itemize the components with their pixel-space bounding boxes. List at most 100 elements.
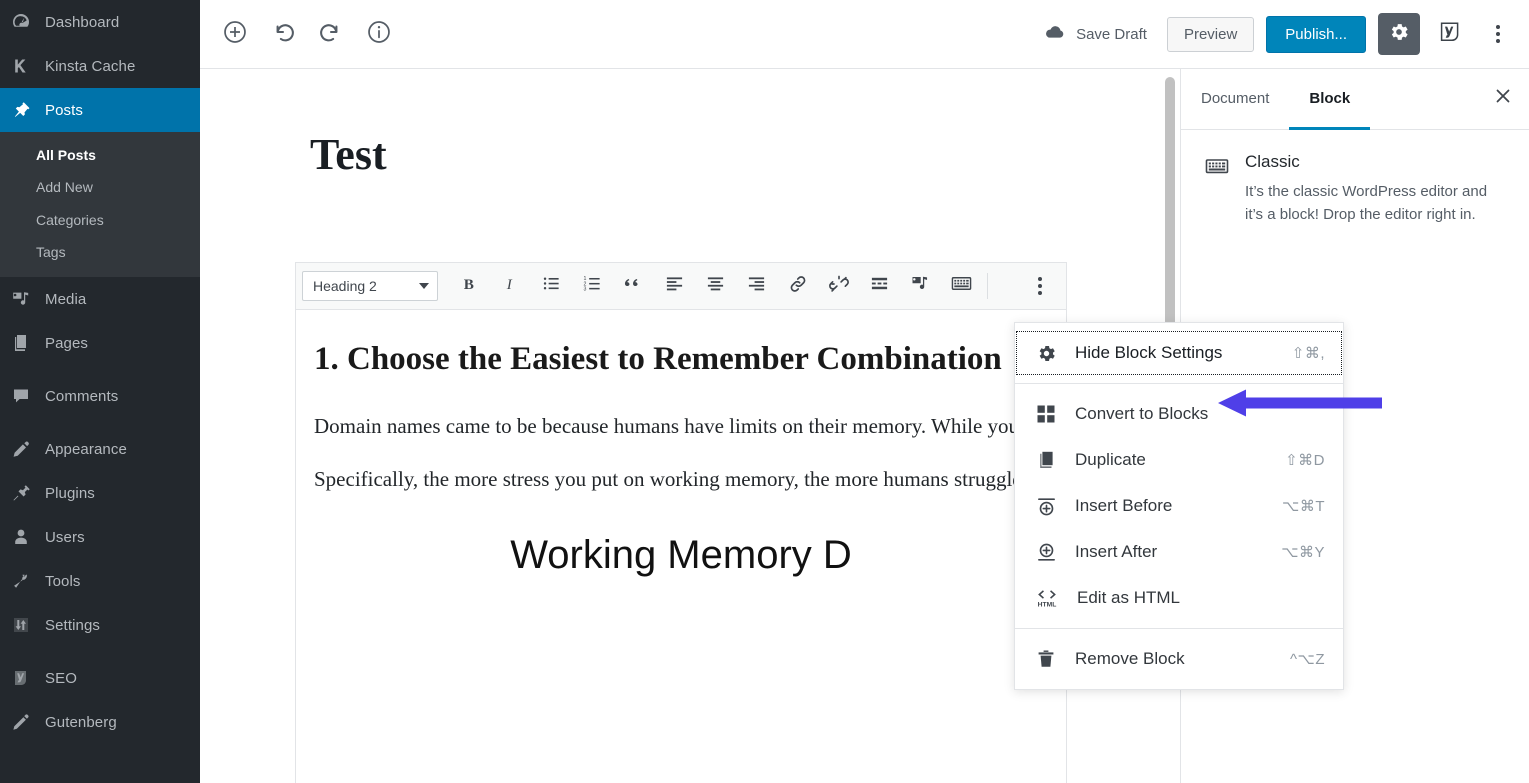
align-left-icon [665,274,684,298]
link-icon [788,274,808,299]
tab-document[interactable]: Document [1181,69,1289,130]
kebab-menu-icon [1496,25,1500,43]
align-center-button[interactable] [695,267,736,305]
bulleted-list-button[interactable] [531,267,572,305]
menu-divider-gap [0,365,200,374]
post-title[interactable]: Test [200,69,1180,179]
sidebar-item-media[interactable]: Media [0,277,200,321]
menu-item-hide-block-settings[interactable]: Hide Block Settings ⇧⌘, [1015,330,1343,376]
sidebar-item-label: SEO [45,670,77,687]
publish-button[interactable]: Publish... [1266,16,1366,53]
svg-text:3: 3 [583,287,586,293]
block-info-card: Classic It’s the classic WordPress edito… [1181,130,1529,227]
block-more-options-button[interactable] [1019,267,1060,305]
sidebar-item-dashboard[interactable]: Dashboard [0,0,200,44]
menu-item-insert-after[interactable]: Insert After ⌥⌘Y [1015,529,1343,575]
format-select[interactable]: Heading 2 [302,271,438,301]
keyboard-icon [951,273,972,299]
bold-button[interactable]: B [449,267,490,305]
svg-text:HTML: HTML [1038,601,1057,608]
sidebar-item-plugins[interactable]: Plugins [0,471,200,515]
pages-icon [11,333,45,353]
sidebar-item-pages[interactable]: Pages [0,321,200,365]
menu-item-remove-block[interactable]: Remove Block ^⌥Z [1015,636,1343,682]
insert-link-button[interactable] [777,267,818,305]
blockquote-button[interactable] [613,267,654,305]
gutenberg-pencil-icon [11,712,45,732]
menu-item-label: Hide Block Settings [1075,343,1292,363]
wordpress-editor-screen: Dashboard Kinsta Cache Posts All Posts A… [0,0,1529,783]
sidebar-item-users[interactable]: Users [0,515,200,559]
sidebar-item-comments[interactable]: Comments [0,374,200,418]
redo-button[interactable] [313,16,349,52]
submenu-item-tags[interactable]: Tags [0,236,200,268]
settings-sidebar-tabs: Document Block [1181,69,1529,130]
yoast-seo-icon [1437,19,1463,50]
submenu-item-add-new[interactable]: Add New [0,171,200,203]
menu-item-insert-before[interactable]: Insert Before ⌥⌘T [1015,483,1343,529]
yoast-seo-button[interactable] [1432,16,1468,52]
header-left-tools [200,16,397,52]
align-left-button[interactable] [654,267,695,305]
undo-button[interactable] [265,16,301,52]
cloud-upload-icon [1044,21,1066,47]
unlink-icon [829,274,849,299]
menu-item-shortcut: ⇧⌘, [1292,344,1325,362]
yoast-seo-icon [11,668,45,688]
align-right-icon [747,274,766,298]
content-info-button[interactable] [361,16,397,52]
menu-item-label: Duplicate [1075,450,1285,470]
settings-gear-button[interactable] [1378,13,1420,55]
classic-editor-toolbar: Heading 2 B I 123 [295,262,1067,310]
duplicate-icon [1035,450,1057,470]
sidebar-item-gutenberg[interactable]: Gutenberg [0,700,200,744]
menu-item-label: Remove Block [1075,649,1290,669]
menu-item-shortcut: ⌥⌘Y [1281,543,1325,561]
comments-icon [11,386,45,406]
read-more-button[interactable] [859,267,900,305]
media-icon [911,274,930,298]
svg-text:I: I [506,276,513,293]
save-draft-button[interactable]: Save Draft [1036,15,1155,53]
close-settings-button[interactable] [1477,69,1529,129]
appearance-brush-icon [11,439,45,459]
classic-block-body[interactable]: 1. Choose the Easiest to Remember Combin… [295,310,1067,783]
submenu-label: All Posts [36,147,96,163]
sidebar-item-label: Pages [45,335,88,352]
admin-sidebar: Dashboard Kinsta Cache Posts All Posts A… [0,0,200,783]
more-tools-options-button[interactable] [1480,16,1516,52]
sidebar-item-tools[interactable]: Tools [0,559,200,603]
save-draft-label: Save Draft [1076,26,1147,43]
align-center-icon [706,274,725,298]
preview-button[interactable]: Preview [1167,17,1254,52]
gear-icon [1035,343,1057,364]
menu-item-duplicate[interactable]: Duplicate ⇧⌘D [1015,437,1343,483]
align-right-button[interactable] [736,267,777,305]
block-info-text: Classic It’s the classic WordPress edito… [1245,152,1505,227]
toolbar-divider [987,273,988,299]
kinsta-k-icon [11,56,45,76]
submenu-label: Tags [36,244,66,260]
add-media-button[interactable] [900,267,941,305]
numbered-list-button[interactable]: 123 [572,267,613,305]
sidebar-item-posts[interactable]: Posts [0,88,200,132]
italic-button[interactable]: I [490,267,531,305]
quote-icon [624,274,643,298]
tab-block[interactable]: Block [1289,69,1370,130]
sidebar-item-kinsta-cache[interactable]: Kinsta Cache [0,44,200,88]
submenu-item-all-posts[interactable]: All Posts [0,139,200,171]
sidebar-item-seo[interactable]: SEO [0,656,200,700]
add-block-button[interactable] [217,16,253,52]
submenu-label: Add New [36,179,93,195]
menu-item-edit-as-html[interactable]: HTML Edit as HTML [1015,575,1343,621]
close-icon [1493,86,1513,112]
info-circle-icon [366,19,392,50]
submenu-item-categories[interactable]: Categories [0,204,200,236]
sidebar-item-settings[interactable]: Settings [0,603,200,647]
menu-group-settings: Hide Block Settings ⇧⌘, [1015,323,1343,383]
toolbar-toggle-button[interactable] [941,267,982,305]
settings-sliders-icon [11,615,45,635]
remove-link-button[interactable] [818,267,859,305]
sidebar-item-appearance[interactable]: Appearance [0,427,200,471]
undo-arrow-icon [270,19,296,50]
